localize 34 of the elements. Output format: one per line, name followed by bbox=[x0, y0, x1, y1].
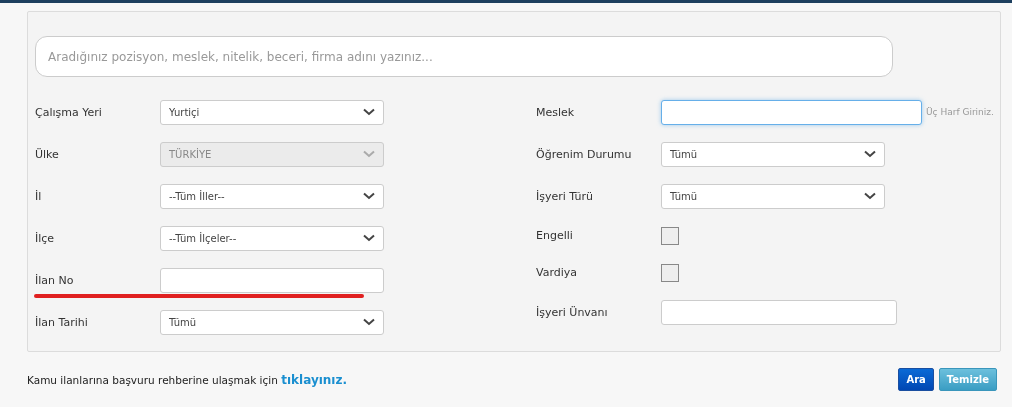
field-label: İlan No bbox=[35, 273, 75, 287]
field-label: İlçe bbox=[35, 231, 56, 245]
dropdown[interactable]: Tümü bbox=[160, 309, 384, 335]
chevron-down-icon bbox=[363, 192, 375, 200]
search-button[interactable]: Ara bbox=[898, 368, 934, 391]
field-label: İşyeri Ünvanı bbox=[536, 305, 609, 319]
chevron-down-icon bbox=[363, 108, 375, 116]
text-field[interactable] bbox=[661, 99, 922, 125]
search-field[interactable]: Aradığınız pozisyon, meslek, nitelik, beceri, firma adını yazınız... bbox=[35, 36, 893, 77]
dropdown[interactable]: Tümü bbox=[661, 183, 885, 209]
text-field[interactable] bbox=[160, 267, 384, 293]
chevron-down-icon bbox=[864, 192, 876, 200]
field-label: Ülke bbox=[35, 147, 60, 161]
chevron-down-icon bbox=[864, 150, 876, 158]
field-label: İlan Tarihi bbox=[35, 315, 89, 329]
hint-text: Üç Harf Giriniz. bbox=[926, 107, 994, 117]
field-label: Vardiya bbox=[536, 266, 579, 279]
checkbox[interactable] bbox=[661, 226, 679, 245]
dropdown[interactable]: --Tüm İlçeler-- bbox=[160, 225, 384, 251]
field-label: Meslek bbox=[536, 105, 576, 119]
field-label: Çalışma Yeri bbox=[35, 105, 103, 119]
chevron-down-icon bbox=[363, 318, 375, 326]
dropdown[interactable]: Yurtiçi bbox=[160, 99, 384, 125]
field-label: Öğrenim Durumu bbox=[536, 147, 633, 161]
chevron-down-icon bbox=[363, 150, 375, 158]
field-label: İl bbox=[35, 189, 43, 203]
chevron-down-icon bbox=[363, 234, 375, 242]
field-label: Engelli bbox=[536, 229, 574, 242]
text-field[interactable] bbox=[661, 299, 897, 325]
dropdown[interactable]: --Tüm İller-- bbox=[160, 183, 384, 209]
dropdown[interactable]: Tümü bbox=[661, 141, 885, 167]
checkbox[interactable] bbox=[661, 263, 679, 282]
field-label: İşyeri Türü bbox=[536, 189, 594, 203]
guide-text: Kamu ilanlarına başvuru rehberine ulaşmak için tıklayınız. bbox=[27, 372, 348, 387]
